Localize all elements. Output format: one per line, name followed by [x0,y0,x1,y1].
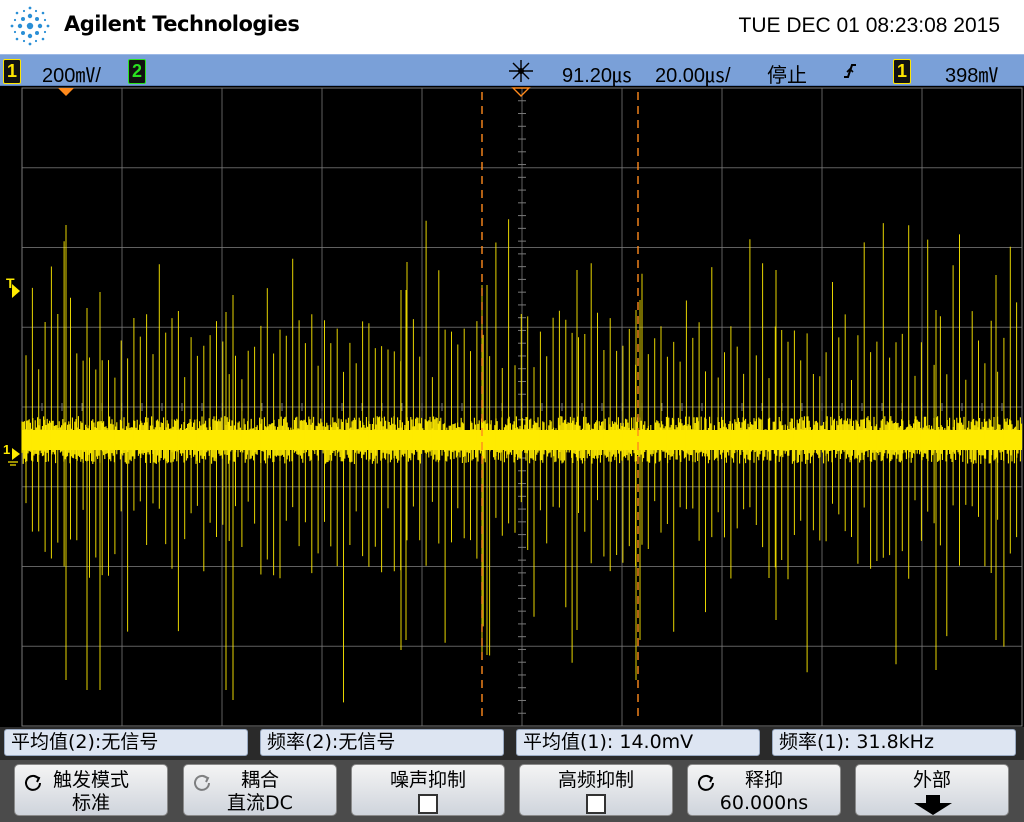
softkey-value: 直流DC [227,792,293,814]
measurement-bar: 平均值(2):无信号 频率(2):无信号 平均值(1): 14.0mV 频率(1… [0,727,1024,760]
status-bar: 1 200㎷/ 2 91.20㎲ 20.00㎲/ 停止 1 398㎷ [0,54,1024,87]
measurement-average-ch2[interactable]: 平均值(2):无信号 [4,729,248,756]
hf-reject-checkbox[interactable] [586,794,606,814]
channel-1-ground-marker: 1 [3,442,11,457]
waveform-canvas[interactable] [0,86,1024,727]
trigger-delay-icon [509,60,533,82]
header: Agilent Technologies TUE DEC 01 08:23:08… [0,0,1024,54]
channel-1-badge[interactable]: 1 [3,59,21,84]
softkey-title: 外部 [912,769,951,791]
trigger-level: 398㎷ [945,65,999,87]
channel-2-badge[interactable]: 2 [128,59,146,84]
softkey-title: 释抑 [744,769,783,791]
waveform-display[interactable]: T 1 [0,86,1024,727]
external-softkey[interactable]: 外部 [855,764,1009,816]
softkey-checkbox-row [520,792,672,819]
holdoff-softkey[interactable]: 释抑 60.000ns [687,764,841,816]
screen-markers [8,87,531,466]
softkey-title: 耦合 [240,769,279,791]
trigger-point-marker-icon [511,87,531,97]
softkey-bar: 触发模式 标准 耦合 直流DC 噪声抑制 高频抑制 释抑 60.000ns 外部 [0,760,1024,822]
softkey-value: 标准 [71,792,110,814]
agilent-logo-icon [10,6,50,46]
trigger-level-marker: T [6,275,15,291]
ground-arrow-icon [12,448,20,460]
noise-reject-checkbox[interactable] [418,794,438,814]
softkey-title: 触发模式 [52,769,129,791]
down-arrow-icon [914,795,952,815]
time-delay: 91.20㎲ [562,65,633,87]
softkey-title: 噪声抑制 [389,769,466,791]
time-scale: 20.00㎲/ [655,65,731,87]
softkey-title: 高频抑制 [557,769,634,791]
run-state: 停止 [767,65,807,87]
softkey-value: 60.000ns [719,792,809,814]
date-time: TUE DEC 01 08:23:08 2015 [738,14,1001,37]
hf-reject-softkey[interactable]: 高频抑制 [519,764,673,816]
brand-name: Agilent Technologies [64,12,300,36]
softkey-checkbox-row [352,792,504,819]
noise-reject-softkey[interactable]: 噪声抑制 [351,764,505,816]
rising-edge-icon [844,64,856,78]
measurement-average-ch1[interactable]: 平均值(1): 14.0mV [516,729,760,756]
coupling-softkey[interactable]: 耦合 直流DC [183,764,337,816]
time-reference-marker-icon [58,88,74,96]
trigger-mode-softkey[interactable]: 触发模式 标准 [14,764,168,816]
trigger-source-badge: 1 [893,59,911,84]
measurement-frequency-ch1[interactable]: 频率(1): 31.8kHz [772,729,1016,756]
measurement-frequency-ch2[interactable]: 频率(2):无信号 [260,729,504,756]
channel-1-scale: 200㎷/ [42,65,101,87]
